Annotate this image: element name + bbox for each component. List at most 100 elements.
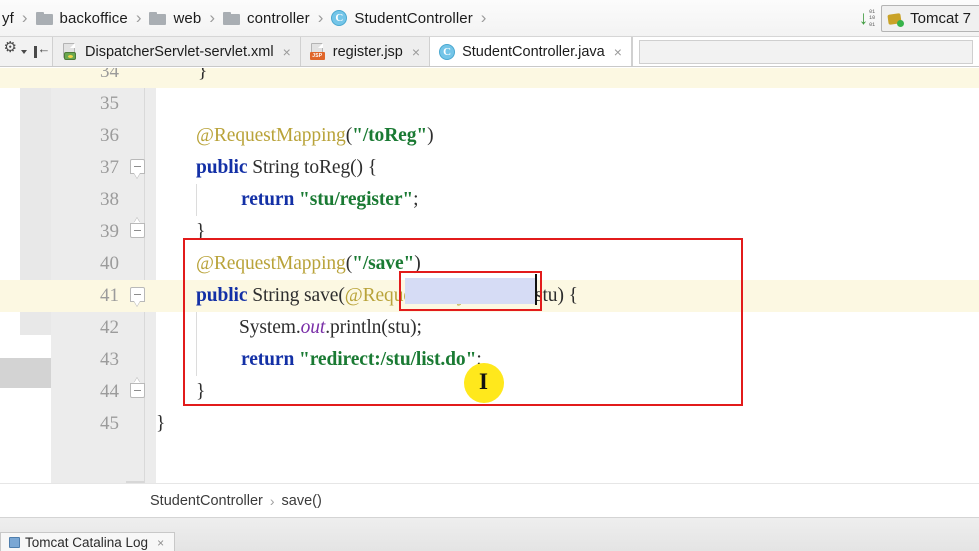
breadcrumb-separator: › <box>135 8 142 27</box>
code-token: "stu/register" <box>298 189 414 210</box>
toolbar-right: ↓ 01 10 01 Tomcat 7 <box>859 0 979 37</box>
java-class-icon: C <box>331 10 348 26</box>
fold-tip <box>134 301 140 306</box>
line-number: 38 <box>100 189 119 210</box>
folder-icon <box>222 11 240 25</box>
chevron-down-icon[interactable] <box>20 49 27 54</box>
close-icon[interactable]: × <box>157 536 164 550</box>
jsp-badge: JSP <box>309 52 325 60</box>
line-number: 34 <box>100 68 119 82</box>
code-token: ) <box>427 125 434 146</box>
tab-label: StudentController.java <box>462 43 605 60</box>
code-editor[interactable]: 34} 35 36 @RequestMapping("/toReg") 37 public… <box>0 68 979 483</box>
code-token: public <box>196 157 248 178</box>
fold-toggle-icon[interactable] <box>130 280 146 312</box>
code-text: } <box>198 68 207 88</box>
line-number: 41 <box>100 285 119 306</box>
collapse-panel-icon[interactable] <box>33 42 51 58</box>
fold-toggle-icon[interactable] <box>130 216 146 248</box>
breadcrumb-item-studentcontroller[interactable]: C StudentController <box>329 0 473 36</box>
bottom-tab-label: Tomcat Catalina Log <box>25 535 149 550</box>
line-number: 42 <box>100 317 119 338</box>
breadcrumb-separator: › <box>480 8 487 27</box>
gear-icon[interactable] <box>4 40 18 58</box>
close-icon[interactable]: × <box>283 45 291 59</box>
xml-file-icon <box>62 43 78 60</box>
editor-breadcrumb-separator: › <box>269 492 275 509</box>
line-number: 44 <box>100 381 119 402</box>
code-line: 36 @RequestMapping("/toReg") <box>0 120 979 152</box>
code-line: 45} <box>0 408 979 440</box>
java-class-icon: C <box>439 43 456 60</box>
code-token: } <box>156 413 166 434</box>
line-number: 37 <box>100 157 119 178</box>
download-arrow-glyph: ↓ <box>858 8 869 29</box>
folder-icon <box>35 11 53 25</box>
breadcrumb-label: StudentController <box>354 9 473 27</box>
download-arrow-icon[interactable]: ↓ 01 10 01 <box>859 9 876 28</box>
binary-bits-icon: 01 10 01 <box>869 9 875 28</box>
bottom-tab-tomcat-catalina-log[interactable]: Tomcat Catalina Log × <box>0 532 176 551</box>
breadcrumb-label: web <box>173 9 202 27</box>
xml-badge <box>64 52 76 60</box>
fold-tip <box>134 378 140 383</box>
run-configuration-label: Tomcat 7 <box>910 10 971 27</box>
log-file-icon <box>9 537 20 548</box>
code-line: 34} <box>0 68 979 88</box>
close-icon[interactable]: × <box>614 45 622 59</box>
requestbody-focus-box <box>399 271 542 311</box>
bit-row: 01 <box>869 21 876 28</box>
breadcrumb-label: yf <box>2 9 14 27</box>
tab-dispatcherservlet-xml[interactable]: DispatcherServlet-servlet.xml × <box>53 37 301 66</box>
tab-bar-tools <box>0 37 53 66</box>
code-line: 38 return "stu/register"; <box>0 184 979 216</box>
code-text: @RequestMapping("/toReg") <box>196 120 434 152</box>
fold-box <box>130 383 145 398</box>
tab-bar-empty-area <box>638 39 973 64</box>
breadcrumb-item-backoffice[interactable]: backoffice <box>34 0 129 36</box>
breadcrumb-separator: › <box>21 8 28 27</box>
run-configuration-selector[interactable]: Tomcat 7 <box>881 5 979 32</box>
breadcrumb-item-controller[interactable]: controller <box>221 0 311 36</box>
tab-label: DispatcherServlet-servlet.xml <box>85 43 274 60</box>
line-number: 36 <box>100 125 119 146</box>
editor-breadcrumb-class[interactable]: StudentController <box>150 493 263 509</box>
indent-guide <box>196 184 197 216</box>
editor-breadcrumb[interactable]: StudentController › save() <box>0 483 979 517</box>
breadcrumb-item-yf[interactable]: yf <box>0 0 15 36</box>
breadcrumb-label: backoffice <box>59 9 128 27</box>
fold-toggle-icon[interactable] <box>130 376 146 408</box>
breadcrumb-item-web[interactable]: web <box>147 0 202 36</box>
code-token: "/toReg" <box>352 125 428 146</box>
breadcrumb-bar: yf › backoffice › web › controller › C S… <box>0 0 979 37</box>
code-line: 37 public String toReg() { <box>0 152 979 184</box>
code-token: } <box>198 68 208 82</box>
close-icon[interactable]: × <box>412 45 420 59</box>
tab-register-jsp[interactable]: JSP register.jsp × <box>300 37 431 66</box>
line-number: 40 <box>100 253 119 274</box>
code-token: ; <box>413 189 419 210</box>
tab-bar-filler <box>631 37 979 66</box>
fold-tip <box>134 173 140 178</box>
line-number: 43 <box>100 349 119 370</box>
jsp-file-icon: JSP <box>309 43 326 60</box>
fold-box <box>130 223 145 238</box>
line-number: 35 <box>100 93 119 114</box>
code-token: String toReg() { <box>247 157 377 178</box>
code-token: return <box>241 189 295 210</box>
bottom-tool-window-bar: Tomcat Catalina Log × https://blog.csdn.… <box>0 517 979 551</box>
code-line: 35 <box>0 88 979 120</box>
fold-box <box>130 287 145 302</box>
editor-breadcrumb-method[interactable]: save() <box>282 493 322 509</box>
line-number: 39 <box>100 221 119 242</box>
code-text: public String toReg() { <box>196 152 377 184</box>
tab-studentcontroller-java[interactable]: C StudentController.java × <box>430 37 632 66</box>
editor-tab-bar: DispatcherServlet-servlet.xml × JSP regi… <box>0 37 979 67</box>
breadcrumb-label: controller <box>246 9 310 27</box>
fold-toggle-icon[interactable] <box>130 152 146 184</box>
tab-label: register.jsp <box>332 43 403 60</box>
method-outline-box <box>183 238 743 406</box>
code-token: @RequestMapping <box>196 125 346 146</box>
code-text: return "stu/register"; <box>241 184 419 216</box>
tomcat-icon <box>888 11 905 27</box>
